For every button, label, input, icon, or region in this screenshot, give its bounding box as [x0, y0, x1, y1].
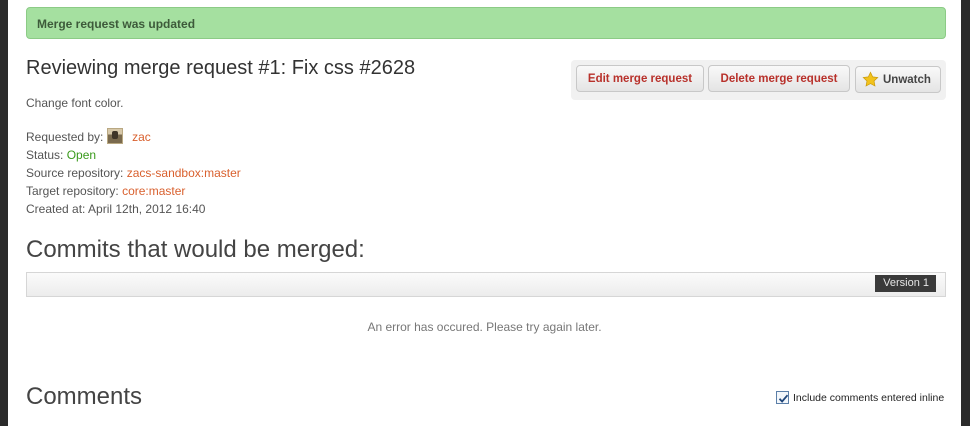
created-at-value: April 12th, 2012 16:40: [88, 202, 206, 216]
status-row: Status: Open: [26, 146, 241, 164]
include-inline-comments-checkbox[interactable]: [776, 391, 789, 404]
delete-merge-request-button[interactable]: Delete merge request: [708, 65, 850, 92]
commits-error-message: An error has occured. Please try again l…: [367, 320, 602, 334]
merge-request-description: Change font color.: [26, 96, 124, 110]
created-at-label: Created at:: [26, 202, 86, 216]
include-inline-comments-option[interactable]: Include comments entered inline: [776, 391, 944, 404]
requested-by-label: Requested by:: [26, 130, 104, 144]
target-repository-link[interactable]: core:master: [122, 184, 185, 198]
checkmark-icon: [778, 394, 789, 403]
flash-message: Merge request was updated: [26, 7, 946, 39]
source-repository-link[interactable]: zacs-sandbox:master: [127, 166, 241, 180]
unwatch-button[interactable]: Unwatch: [855, 66, 941, 93]
status-value: Open: [66, 148, 97, 162]
unwatch-label: Unwatch: [883, 73, 931, 86]
requested-by-row: Requested by: zac: [26, 128, 241, 146]
commits-section-title: Commits that would be merged:: [26, 236, 365, 263]
action-bar: Edit merge request Delete merge request …: [571, 60, 946, 100]
requested-by-user-link[interactable]: zac: [132, 130, 151, 144]
version-badge[interactable]: Version 1: [875, 275, 936, 292]
include-inline-comments-label: Include comments entered inline: [793, 391, 945, 404]
commits-version-bar: Version 1: [26, 272, 946, 297]
created-at-row: Created at: April 12th, 2012 16:40: [26, 200, 241, 218]
page: Merge request was updated Reviewing merg…: [8, 0, 961, 426]
merge-request-meta: Requested by: zac Status: Open Source re…: [26, 128, 241, 218]
comments-section-title: Comments: [26, 383, 143, 410]
target-repository-row: Target repository: core:master: [26, 182, 241, 200]
avatar: [106, 128, 123, 144]
status-label: Status:: [26, 148, 64, 162]
target-repository-label: Target repository:: [26, 184, 119, 198]
edit-merge-request-button[interactable]: Edit merge request: [576, 65, 704, 92]
page-title: Reviewing merge request #1: Fix css #262…: [26, 57, 416, 79]
star-icon: [862, 71, 879, 88]
source-repository-label: Source repository:: [26, 166, 124, 180]
source-repository-row: Source repository: zacs-sandbox:master: [26, 164, 241, 182]
